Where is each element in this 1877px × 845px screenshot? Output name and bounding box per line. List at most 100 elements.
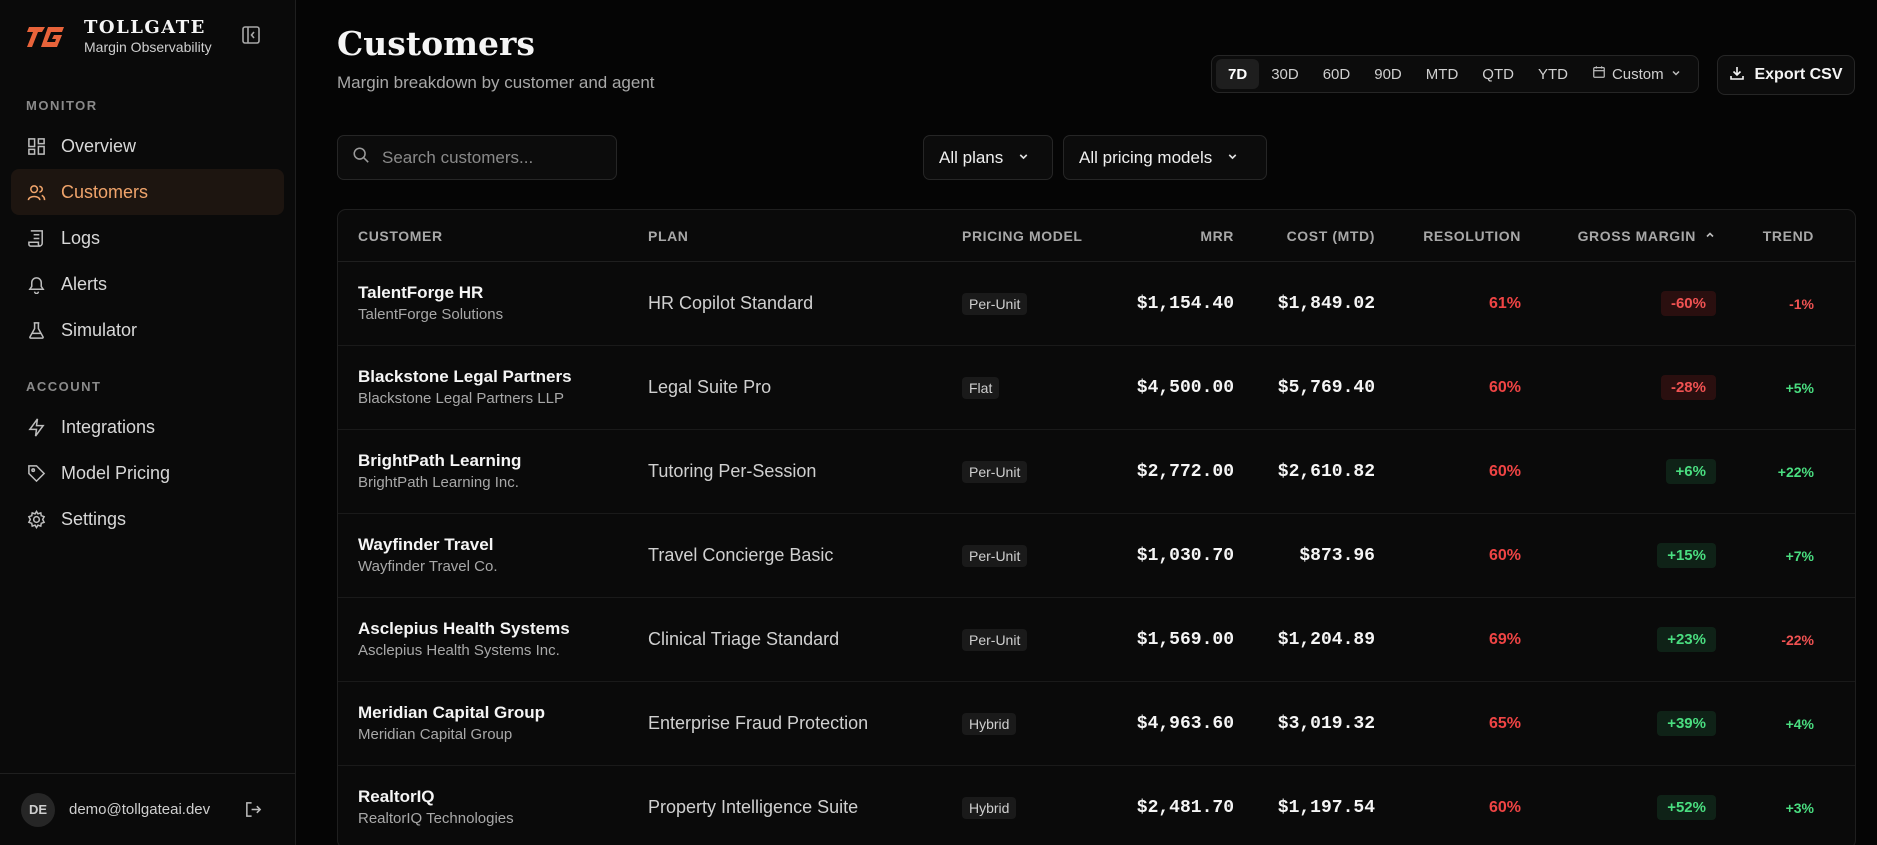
page-subtitle: Margin breakdown by customer and agent [337,73,655,92]
avatar[interactable]: DE [21,792,55,827]
gross-margin-badge: +52% [1657,795,1716,820]
user-panel: DE demo@tollgateai.dev [0,773,295,845]
customer-cell: Blackstone Legal Partners Blackstone Lega… [338,366,648,410]
trend-cell: +5% [1785,379,1814,396]
customer-company: BrightPath Learning Inc. [358,473,519,491]
account-section-label: ACCOUNT [26,379,102,394]
sidebar-item-simulator[interactable]: Simulator [11,307,284,353]
range-ytd-button[interactable]: YTD [1526,59,1580,89]
column-header-resolution[interactable]: RESOLUTION [1375,228,1521,244]
range-7d-button[interactable]: 7D [1216,59,1260,89]
customer-name[interactable]: Wayfinder Travel [358,534,648,556]
mrr-cell: $4,500.00 [1136,377,1234,398]
plan-cell: Travel Concierge Basic [648,545,834,565]
customer-name[interactable]: Blackstone Legal Partners [358,366,648,388]
table-row[interactable]: Asclepius Health Systems Asclepius Health… [338,598,1855,682]
customer-name[interactable]: BrightPath Learning [358,450,648,472]
mrr-cell: $1,154.40 [1136,293,1234,314]
chevron-down-icon [1017,148,1030,168]
sidebar: TOLLGATE Margin Observability MONITOR Ov… [0,0,296,845]
customer-cell: Asclepius Health Systems Asclepius Health… [338,618,648,662]
column-header-pricing-model[interactable]: PRICING MODEL [962,228,1112,244]
table-row[interactable]: RealtorIQ RealtorIQ Technologies Property … [338,766,1855,845]
pricing-model-filter-select[interactable]: All pricing models [1063,135,1267,180]
cost-cell: $1,204.89 [1277,629,1375,650]
table-row[interactable]: Wayfinder Travel Wayfinder Travel Co. Trav… [338,514,1855,598]
collapse-sidebar-icon[interactable] [240,24,262,46]
sidebar-item-model-pricing[interactable]: Model Pricing [11,450,284,496]
column-header-cost[interactable]: COST (MTD) [1234,228,1375,244]
gross-margin-cell: +6% [1521,459,1716,484]
gross-margin-badge: -28% [1660,375,1716,400]
gross-margin-badge: +23% [1657,627,1716,652]
column-header-customer[interactable]: CUSTOMER [338,228,648,244]
column-header-plan[interactable]: PLAN [648,228,962,244]
main-content: Customers Margin breakdown by customer a… [296,0,1877,845]
export-csv-label: Export CSV [1754,66,1843,83]
search-input[interactable] [382,147,602,168]
sidebar-item-settings[interactable]: Settings [11,496,284,542]
sidebar-item-alerts[interactable]: Alerts [11,261,284,307]
range-90d-button[interactable]: 90D [1362,59,1414,89]
cost-cell: $5,769.40 [1277,377,1375,398]
plan-cell: HR Copilot Standard [648,293,814,313]
customer-name[interactable]: Meridian Capital Group [358,702,648,724]
sidebar-item-label: Overview [61,135,137,156]
plan-cell: Legal Suite Pro [648,377,772,397]
plan-filter-select[interactable]: All plans [923,135,1053,180]
export-csv-button[interactable]: Export CSV [1717,55,1855,95]
range-mtd-button[interactable]: MTD [1414,59,1471,89]
cost-cell: $2,610.82 [1277,461,1375,482]
pricing-model-badge: Flat [962,376,1000,399]
page-title: Customers [337,24,535,63]
mrr-cell: $4,963.60 [1136,713,1234,734]
pricing-model-badge: Per-Unit [962,292,1028,315]
range-60d-button[interactable]: 60D [1311,59,1363,89]
customer-cell: BrightPath Learning BrightPath Learning I… [338,450,648,494]
sidebar-item-integrations[interactable]: Integrations [11,404,284,450]
chevron-down-icon [1670,66,1682,83]
table-header: CUSTOMER PLAN PRICING MODEL MRR COST (MT… [338,210,1855,262]
monitor-section-label: MONITOR [26,98,98,113]
table-row[interactable]: Blackstone Legal Partners Blackstone Lega… [338,346,1855,430]
customer-name[interactable]: TalentForge HR [358,282,648,304]
table-row[interactable]: Meridian Capital Group Meridian Capital G… [338,682,1855,766]
table-row[interactable]: BrightPath Learning BrightPath Learning I… [338,430,1855,514]
scroll-icon [26,228,46,248]
range-30d-button[interactable]: 30D [1259,59,1311,89]
table-row[interactable]: TalentForge HR TalentForge Solutions HR Co… [338,262,1855,346]
mrr-cell: $1,030.70 [1136,545,1234,566]
resolution-cell: 60% [1488,798,1521,816]
column-header-gross-margin[interactable]: GROSS MARGIN [1521,228,1716,244]
gross-margin-cell: +52% [1521,795,1716,820]
trend-cell: +7% [1785,547,1814,564]
range-qtd-button[interactable]: QTD [1470,59,1526,89]
pricing-model-cell: Per-Unit [962,292,1112,315]
pricing-model-badge: Per-Unit [962,544,1028,567]
sidebar-item-label: Model Pricing [61,462,171,483]
column-header-mrr[interactable]: MRR [1112,228,1234,244]
sidebar-item-customers[interactable]: Customers [11,169,284,215]
customer-name[interactable]: Asclepius Health Systems [358,618,648,640]
sort-ascending-icon [1704,228,1716,244]
logout-icon[interactable] [244,800,263,819]
cost-cell: $3,019.32 [1277,713,1375,734]
sidebar-item-overview[interactable]: Overview [11,123,284,169]
sidebar-item-logs[interactable]: Logs [11,215,284,261]
trend-cell: -1% [1789,295,1814,312]
resolution-cell: 65% [1488,714,1521,732]
sidebar-item-label: Settings [61,508,127,529]
custom-range-button[interactable]: Custom [1580,59,1694,89]
chevron-down-icon [1226,148,1239,168]
tag-icon [26,463,46,483]
mrr-cell: $2,772.00 [1136,461,1234,482]
pricing-model-cell: Per-Unit [962,544,1112,567]
column-header-trend[interactable]: TREND [1716,228,1814,244]
plan-cell: Tutoring Per-Session [648,461,817,481]
customer-name[interactable]: RealtorIQ [358,786,648,808]
gross-margin-cell: +15% [1521,543,1716,568]
date-range-selector: 7D 30D 60D 90D MTD QTD YTD Custom [1211,55,1699,93]
gross-margin-badge: +15% [1657,543,1716,568]
calendar-icon [1592,65,1606,83]
customers-table: CUSTOMER PLAN PRICING MODEL MRR COST (MT… [337,209,1856,845]
